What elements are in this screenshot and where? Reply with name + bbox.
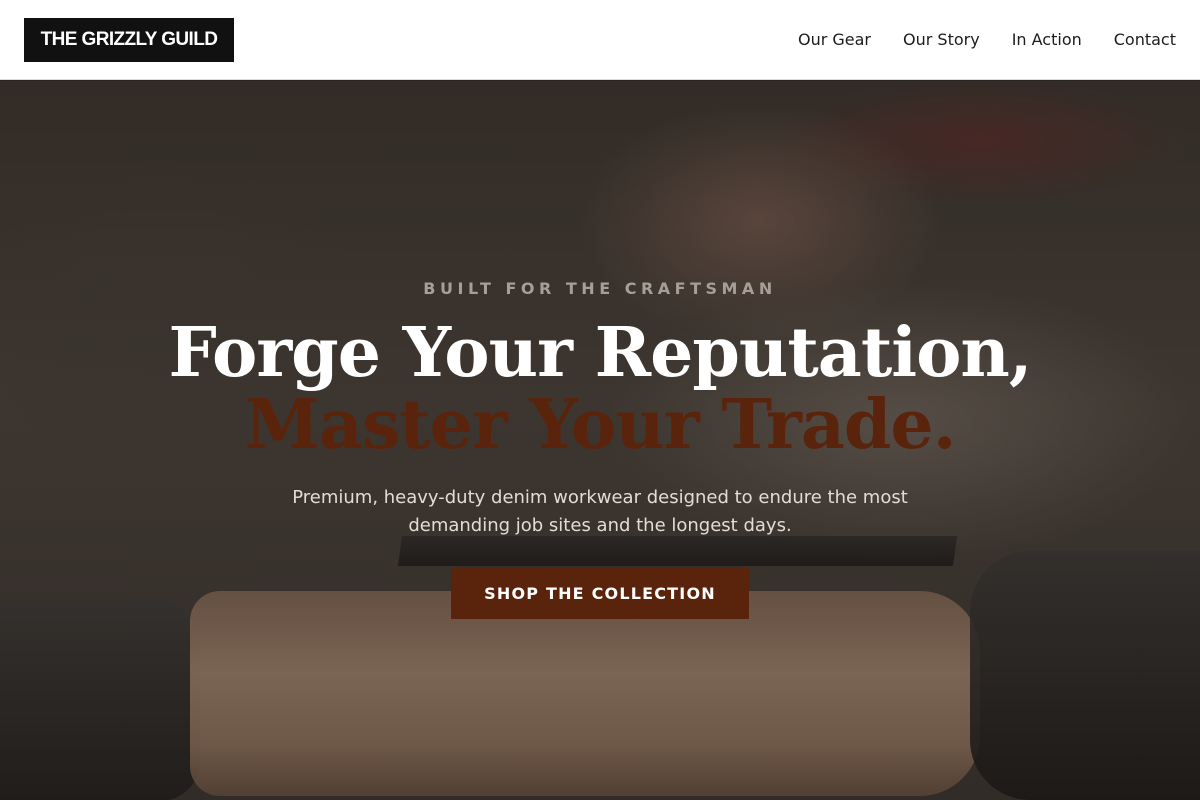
- shop-collection-button[interactable]: SHOP THE COLLECTION: [451, 567, 749, 619]
- nav-link-in-action[interactable]: In Action: [1012, 30, 1082, 49]
- hero-content: BUILT FOR THE CRAFTSMAN Forge Your Reput…: [0, 81, 1200, 800]
- nav-link-our-story[interactable]: Our Story: [903, 30, 980, 49]
- main-nav: Our Gear Our Story In Action Contact: [798, 30, 1176, 49]
- nav-link-our-gear[interactable]: Our Gear: [798, 30, 871, 49]
- nav-link-contact[interactable]: Contact: [1114, 30, 1176, 49]
- hero-subtext: Premium, heavy-duty denim workwear desig…: [292, 487, 908, 536]
- hero-headline-line-1: Forge Your Reputation,: [168, 313, 1032, 393]
- logo[interactable]: THE GRIZZLY GUILD: [24, 17, 234, 62]
- site-header: THE GRIZZLY GUILD Our Gear Our Story In …: [0, 0, 1200, 80]
- hero-section: BUILT FOR THE CRAFTSMAN Forge Your Reput…: [0, 81, 1200, 800]
- hero-eyebrow: BUILT FOR THE CRAFTSMAN: [423, 279, 777, 298]
- hero-headline-line-2: Master Your Trade.: [244, 385, 957, 465]
